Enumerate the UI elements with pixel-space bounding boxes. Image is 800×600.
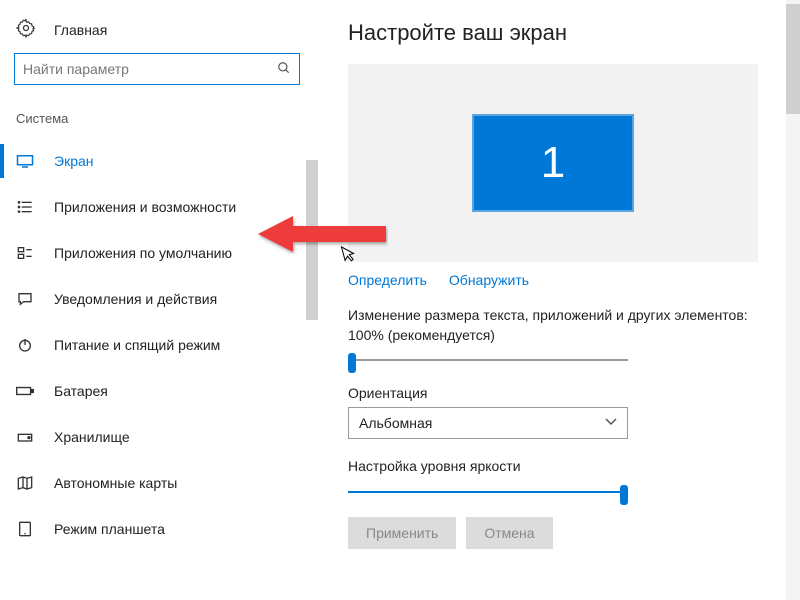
brightness-slider[interactable] bbox=[348, 485, 628, 499]
search-input[interactable] bbox=[23, 61, 277, 77]
section-label: Система bbox=[0, 99, 318, 138]
tablet-icon bbox=[16, 520, 34, 538]
storage-icon bbox=[16, 428, 34, 446]
nav-item-apps-features[interactable]: Приложения и возможности bbox=[0, 184, 318, 230]
nav-item-power-sleep[interactable]: Питание и спящий режим bbox=[0, 322, 318, 368]
identify-link[interactable]: Определить bbox=[348, 272, 427, 288]
scaling-description: Изменение размера текста, приложений и д… bbox=[348, 306, 776, 345]
brightness-block: Настройка уровня яркости bbox=[348, 457, 776, 499]
display-arrangement-box[interactable]: 1 bbox=[348, 64, 758, 262]
dropdown-value: Альбомная bbox=[359, 415, 432, 431]
nav-label: Уведомления и действия bbox=[54, 291, 217, 307]
slider-thumb[interactable] bbox=[620, 485, 628, 505]
detect-link[interactable]: Обнаружить bbox=[449, 272, 529, 288]
orientation-label: Ориентация bbox=[348, 385, 776, 401]
monitor-icon bbox=[16, 152, 34, 170]
sidebar-scrollbar-thumb[interactable] bbox=[306, 160, 318, 320]
main-panel: Настройте ваш экран 1 Определить Обнаруж… bbox=[318, 0, 800, 600]
map-icon bbox=[16, 474, 34, 492]
nav-item-notifications[interactable]: Уведомления и действия bbox=[0, 276, 318, 322]
home-label: Главная bbox=[54, 22, 107, 38]
scaling-block: Изменение размера текста, приложений и д… bbox=[348, 306, 776, 367]
slider-thumb[interactable] bbox=[348, 353, 356, 373]
apply-cancel-row: Применить Отмена bbox=[348, 517, 776, 549]
list-icon bbox=[16, 198, 34, 216]
orientation-dropdown[interactable]: Альбомная bbox=[348, 407, 628, 439]
nav-label: Приложения и возможности bbox=[54, 199, 236, 215]
main-scrollbar-thumb[interactable] bbox=[786, 4, 800, 114]
home-link[interactable]: Главная bbox=[0, 14, 318, 53]
nav-label: Экран bbox=[54, 153, 94, 169]
nav-label: Хранилище bbox=[54, 429, 130, 445]
battery-icon bbox=[16, 382, 34, 400]
scaling-slider[interactable] bbox=[348, 353, 628, 367]
defaults-icon bbox=[16, 244, 34, 262]
nav-item-storage[interactable]: Хранилище bbox=[0, 414, 318, 460]
nav-item-display[interactable]: Экран bbox=[0, 138, 318, 184]
nav-item-tablet-mode[interactable]: Режим планшета bbox=[0, 506, 318, 552]
nav-label: Приложения по умолчанию bbox=[54, 245, 232, 261]
monitor-number: 1 bbox=[541, 138, 565, 188]
slider-track bbox=[348, 491, 628, 493]
nav-list: Экран Приложения и возможности Приложени… bbox=[0, 138, 318, 552]
brightness-label: Настройка уровня яркости bbox=[348, 457, 776, 477]
nav-label: Питание и спящий режим bbox=[54, 337, 220, 353]
display-links: Определить Обнаружить bbox=[348, 272, 776, 288]
chevron-down-icon bbox=[605, 418, 617, 429]
power-icon bbox=[16, 336, 34, 354]
page-title: Настройте ваш экран bbox=[348, 20, 776, 46]
slider-track bbox=[348, 359, 628, 361]
search-input-container[interactable] bbox=[14, 53, 300, 85]
orientation-block: Ориентация Альбомная bbox=[348, 385, 776, 439]
monitor-tile[interactable]: 1 bbox=[472, 114, 634, 212]
nav-item-offline-maps[interactable]: Автономные карты bbox=[0, 460, 318, 506]
nav-label: Батарея bbox=[54, 383, 108, 399]
nav-item-battery[interactable]: Батарея bbox=[0, 368, 318, 414]
apply-button[interactable]: Применить bbox=[348, 517, 456, 549]
gear-icon bbox=[16, 18, 36, 41]
nav-label: Автономные карты bbox=[54, 475, 177, 491]
cancel-button[interactable]: Отмена bbox=[466, 517, 552, 549]
settings-sidebar: Главная Система Экран Прил bbox=[0, 0, 318, 600]
nav-item-default-apps[interactable]: Приложения по умолчанию bbox=[0, 230, 318, 276]
search-icon bbox=[277, 61, 291, 78]
chat-icon bbox=[16, 290, 34, 308]
nav-label: Режим планшета bbox=[54, 521, 165, 537]
